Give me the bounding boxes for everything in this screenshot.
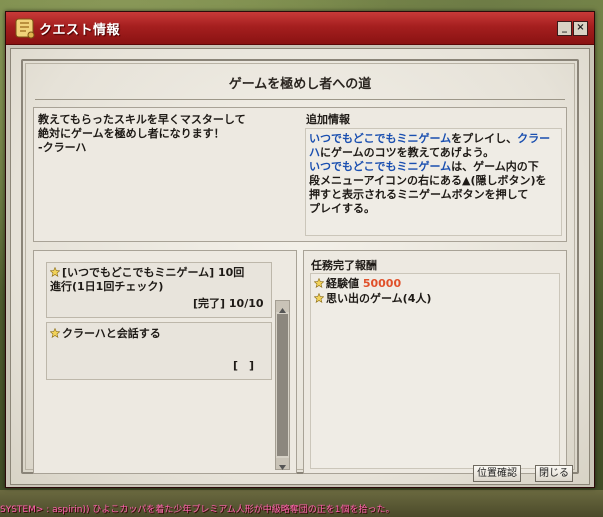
star-icon [50,328,60,338]
additional-text-5: 押すと表示されるミニゲームボタンを押して [309,188,529,201]
task-list-scrollbar[interactable] [275,300,290,470]
scroll-down-icon [279,465,286,470]
scroll-thumb[interactable] [277,314,288,456]
close-button[interactable]: 閉じる [535,465,573,482]
additional-info-title: 追加情報 [306,113,350,126]
quest-description: 教えてもらったスキルを早くマスターして 絶対にゲームを極めし者になります！ -ク… [38,113,246,154]
task-status: [完了] 10/10 [193,297,264,310]
locate-button[interactable]: 位置確認 [473,465,521,482]
task-item[interactable]: [いつでもどこでもミニゲーム] 10回 進行(1日1回チェック) [完了] 10/… [46,262,272,318]
task-list-box: [いつでもどこでもミニゲーム] 10回 進行(1日1回チェック) [完了] 10/… [33,250,297,474]
reward-item[interactable]: 思い出のゲーム(4人) [314,292,431,306]
reward-list: 経験値 50000 思い出のゲーム(4人) [310,273,560,469]
additional-text-6: プレイする。 [309,202,375,215]
additional-info-text: いつでもどこでもミニゲームをプレイし、クラー ハにゲームのコツを教えてあげよう。… [309,132,561,216]
task-title-line1: クラーハと会話する [62,327,161,340]
window-titlebar[interactable]: クエスト情報 _ × [6,12,594,45]
close-window-button[interactable]: × [573,21,588,36]
additional-text-2: にゲームのコツを教えてあげよう。 [320,146,495,159]
task-title: [いつでもどこでもミニゲーム] 10回 進行(1日1回チェック) [50,266,270,294]
exp-label: 経験値 [326,277,359,290]
scroll-up-button[interactable] [276,301,289,313]
reward-exp: 経験値 50000 [314,277,401,291]
additional-text-1: をプレイし、 [451,132,518,145]
reward-title: 任務完了報酬 [311,259,377,272]
task-item[interactable]: クラーハと会話する [ ] [46,322,272,380]
task-title-line1: [いつでもどこでもミニゲーム] 10回 [62,266,245,279]
exp-value: 50000 [362,277,402,290]
reward-box: 任務完了報酬 経験値 50000 思い出のゲーム(4人) [303,250,567,474]
minimize-button[interactable]: _ [557,21,572,36]
scroll-icon [15,18,35,39]
heading-divider [35,99,565,100]
star-icon [314,278,324,288]
minigame-link[interactable]: いつでもどこでもミニゲーム [309,132,451,145]
quest-title: ゲームを極めし者への道 [228,77,372,92]
additional-text-4: 段メニューアイコンの右にある▲(隠しボタン)を [309,174,547,187]
quest-content-panel: ゲームを極めし者への道 教えてもらったスキルを早くマスターして 絶対にゲームを極… [10,48,590,485]
minigame-link-2[interactable]: いつでもどこでもミニゲーム [309,160,451,173]
star-icon [314,293,324,303]
reward-item-label: 思い出のゲーム(4人) [326,292,432,305]
kuraha-link-part1[interactable]: クラー [517,132,550,145]
additional-text-3: は、ゲーム内の下 [451,160,539,173]
quest-info-window: クエスト情報 _ × ゲームを極めし者への道 教えてもらったスキルを早くマスター… [5,11,595,488]
task-title-line2: 進行(1日1回チェック) [50,280,164,293]
task-status: [ ] [233,359,255,372]
kuraha-link-part2[interactable]: ハ [309,146,320,159]
window-title: クエスト情報 [39,23,121,38]
system-chat-message: SYSTEM> : aspirin)) ひよこカッパを着た少年プレミアム人形が中… [0,505,395,515]
task-title: クラーハと会話する [50,327,161,341]
additional-info-box: いつでもどこでもミニゲームをプレイし、クラー ハにゲームのコツを教えてあげよう。… [305,128,562,236]
scroll-down-button[interactable] [276,458,289,470]
star-icon [50,267,60,277]
quest-info-box: 教えてもらったスキルを早くマスターして 絶対にゲームを極めし者になります！ -ク… [33,107,567,242]
